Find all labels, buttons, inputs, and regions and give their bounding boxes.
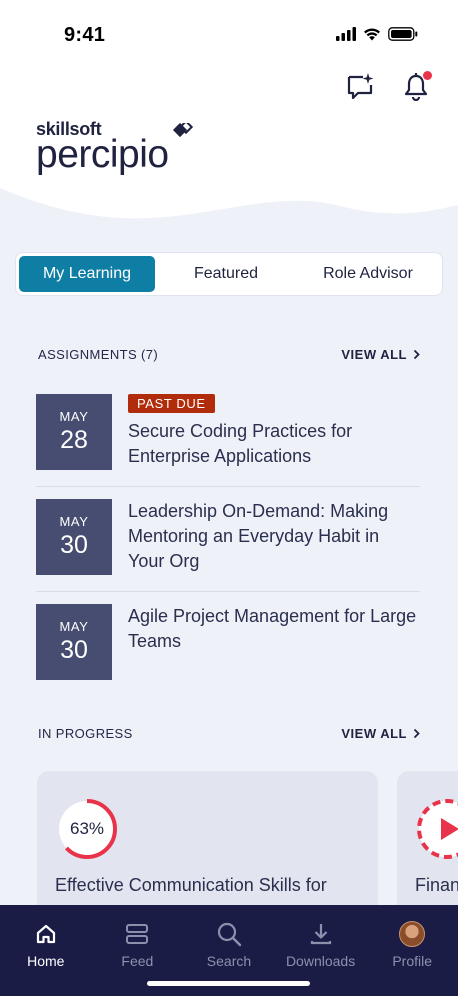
- assignment-title: Agile Project Management for Large Teams: [128, 606, 417, 651]
- percipio-logo: skillsoft percipio: [36, 120, 193, 176]
- profile-avatar: [399, 921, 426, 947]
- tab-featured[interactable]: Featured: [155, 256, 297, 292]
- view-all-label: VIEW ALL: [341, 726, 407, 741]
- assignment-item[interactable]: MAY 30 Agile Project Management for Larg…: [36, 592, 420, 697]
- assignment-item[interactable]: MAY 30 Leadership On-Demand: Making Ment…: [36, 487, 420, 592]
- download-icon: [308, 921, 334, 947]
- assignment-title: Secure Coding Practices for Enterprise A…: [128, 421, 353, 466]
- chevron-right-icon: [413, 728, 420, 739]
- ai-chat-button[interactable]: [344, 70, 376, 102]
- due-month: MAY: [59, 409, 89, 424]
- battery-icon: [388, 27, 418, 41]
- play-ring-icon: [417, 799, 458, 859]
- assignments-title: ASSIGNMENTS (7): [38, 347, 159, 362]
- tab-my-learning[interactable]: My Learning: [19, 256, 155, 292]
- nav-profile[interactable]: Profile: [366, 905, 458, 996]
- assignments-view-all-link[interactable]: VIEW ALL: [341, 347, 420, 362]
- wifi-icon: [364, 28, 380, 41]
- status-time: 9:41: [64, 24, 106, 46]
- due-date-box: MAY 28: [36, 394, 112, 470]
- feed-icon: [124, 921, 150, 947]
- in-progress-view-all-link[interactable]: VIEW ALL: [341, 726, 420, 741]
- course-title: Effective Communication Skills for: [55, 875, 327, 895]
- assignment-body: Agile Project Management for Large Teams: [128, 604, 420, 654]
- course-title: Finan: [415, 875, 458, 895]
- in-progress-title: IN PROGRESS: [38, 726, 133, 741]
- status-icons: [336, 27, 418, 41]
- past-due-badge: PAST DUE: [128, 394, 215, 413]
- tab-role-advisor[interactable]: Role Advisor: [297, 256, 439, 292]
- view-all-label: VIEW ALL: [341, 347, 407, 362]
- in-progress-header: IN PROGRESS VIEW ALL: [38, 726, 420, 741]
- progress-percent: 63%: [69, 819, 105, 838]
- assignment-item[interactable]: MAY 28 PAST DUE Secure Coding Practices …: [36, 382, 420, 487]
- logo-percipio-text: percipio: [36, 133, 169, 176]
- assignments-header: ASSIGNMENTS (7) VIEW ALL: [38, 347, 420, 362]
- home-indicator: [147, 981, 310, 986]
- app-screen: 9:41 skillsoft percipio My Learning Feat…: [0, 0, 458, 996]
- nav-label: Downloads: [285, 953, 356, 969]
- home-icon: [33, 921, 59, 947]
- due-date-box: MAY 30: [36, 499, 112, 575]
- notification-dot: [423, 71, 432, 80]
- nav-label: Profile: [392, 953, 433, 969]
- due-date-box: MAY 30: [36, 604, 112, 680]
- assignment-body: PAST DUE Secure Coding Practices for Ent…: [128, 394, 420, 469]
- notifications-button[interactable]: [400, 70, 432, 102]
- header-actions: [344, 70, 432, 102]
- nav-label: Feed: [121, 953, 154, 969]
- nav-label: Search: [206, 953, 252, 969]
- nav-label: Home: [27, 953, 65, 969]
- due-day: 28: [60, 426, 88, 454]
- status-bar: 9:41: [0, 0, 458, 70]
- avatar: [399, 921, 426, 947]
- chat-sparkle-icon: [347, 73, 374, 100]
- due-day: 30: [60, 531, 88, 559]
- assignments-list: MAY 28 PAST DUE Secure Coding Practices …: [36, 382, 420, 697]
- nav-home[interactable]: Home: [0, 905, 92, 996]
- assignment-title: Leadership On-Demand: Making Mentoring a…: [128, 501, 389, 571]
- logo-mark-icon: [172, 123, 193, 138]
- due-day: 30: [60, 636, 88, 664]
- search-icon: [216, 921, 242, 947]
- learning-tabs: My Learning Featured Role Advisor: [15, 252, 443, 296]
- due-month: MAY: [59, 514, 89, 529]
- due-month: MAY: [59, 619, 89, 634]
- assignment-body: Leadership On-Demand: Making Mentoring a…: [128, 499, 420, 574]
- signal-icon: [336, 27, 356, 41]
- chevron-right-icon: [413, 349, 420, 360]
